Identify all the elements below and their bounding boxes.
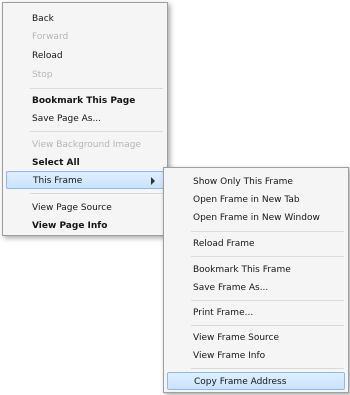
submenu-item-save-frame-as[interactable]: Save Frame As...: [167, 279, 345, 297]
submenu-item-view-frame-info[interactable]: View Frame Info: [167, 347, 345, 365]
menu-separator: [191, 231, 344, 232]
menu-item-forward: Forward: [32, 32, 69, 42]
menu-item-back[interactable]: Back: [6, 10, 164, 28]
menu-separator: [191, 325, 344, 326]
menu-item-label: This Frame: [33, 176, 83, 186]
menu-separator: [30, 131, 163, 132]
context-menu: Back Forward Reload Stop Bookmark This P…: [2, 2, 168, 236]
submenu-item-open-frame-new-tab[interactable]: Open Frame in New Tab: [167, 191, 345, 209]
submenu-item-copy-frame-address[interactable]: Copy Frame Address: [167, 372, 345, 390]
menu-item-reload[interactable]: Reload: [6, 47, 164, 65]
menu-item-this-frame[interactable]: This Frame: [6, 171, 164, 189]
menu-item-save-page-as[interactable]: Save Page As...: [6, 110, 164, 128]
frame-submenu: Show Only This Frame Open Frame in New T…: [163, 167, 349, 393]
menu-item-select-all[interactable]: Select All: [6, 154, 164, 172]
menu-item-view-background-image: View Background Image: [32, 140, 141, 150]
submenu-item-show-only-this-frame[interactable]: Show Only This Frame: [167, 173, 345, 191]
submenu-arrow-icon: [151, 177, 155, 185]
menu-separator: [30, 193, 163, 194]
submenu-item-print-frame[interactable]: Print Frame...: [167, 304, 345, 322]
menu-item-bookmark-page[interactable]: Bookmark This Page: [6, 92, 164, 110]
menu-separator: [191, 368, 344, 369]
menu-separator: [191, 256, 344, 257]
submenu-item-reload-frame[interactable]: Reload Frame: [167, 235, 345, 253]
menu-item-stop: Stop: [32, 70, 53, 80]
menu-item-view-page-source[interactable]: View Page Source: [6, 199, 164, 217]
menu-separator: [191, 300, 344, 301]
menu-item-view-page-info[interactable]: View Page Info: [6, 217, 164, 235]
menu-separator: [30, 88, 163, 89]
submenu-item-view-frame-source[interactable]: View Frame Source: [167, 329, 345, 347]
submenu-item-bookmark-frame[interactable]: Bookmark This Frame: [167, 261, 345, 279]
submenu-item-open-frame-new-window[interactable]: Open Frame in New Window: [167, 209, 345, 227]
